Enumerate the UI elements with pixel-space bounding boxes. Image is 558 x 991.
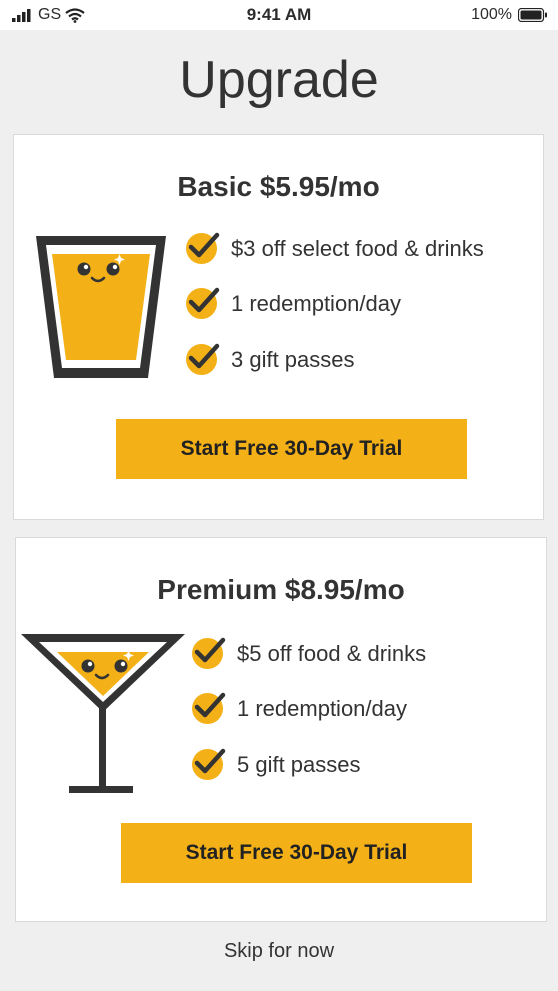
checkmark-icon: [186, 287, 220, 319]
plan-title: Basic $5.95/mo: [177, 171, 380, 202]
feature-item: 5 gift passes: [192, 748, 361, 780]
pint-glass-icon: [36, 236, 166, 378]
battery-icon: [518, 8, 547, 22]
feature-item: 3 gift passes: [186, 343, 355, 375]
feature-item: 1 redemption/day: [192, 692, 407, 724]
plan-card-premium: Premium $8.95/mo $5 off food & drinks 1 …: [15, 537, 547, 922]
status-bar: GS 9:41 AM 100%: [0, 0, 558, 30]
checkmark-icon: [186, 343, 220, 375]
checkmark-icon: [186, 232, 220, 264]
page-title: Upgrade: [179, 51, 379, 109]
start-trial-button-basic[interactable]: Start Free 30-Day Trial: [116, 419, 467, 479]
checkmark-icon: [192, 692, 226, 724]
feature-text: 1 redemption/day: [231, 290, 401, 316]
feature-text: $5 off food & drinks: [237, 640, 427, 666]
skip-link[interactable]: Skip for now: [0, 940, 558, 963]
feature-item: 1 redemption/day: [186, 287, 401, 319]
feature-text: 5 gift passes: [237, 751, 361, 777]
martini-glass-icon: [21, 634, 185, 793]
start-trial-button-premium[interactable]: Start Free 30-Day Trial: [121, 823, 472, 883]
checkmark-icon: [192, 637, 226, 669]
status-right: 100%: [471, 6, 548, 24]
feature-item: $5 off food & drinks: [192, 637, 427, 669]
feature-text: 3 gift passes: [231, 346, 355, 372]
feature-text: 1 redemption/day: [237, 695, 407, 721]
feature-item: $3 off select food & drinks: [186, 232, 484, 264]
plan-title: Premium $8.95/mo: [157, 574, 405, 605]
checkmark-icon: [192, 748, 226, 780]
feature-text: $3 off select food & drinks: [231, 235, 484, 261]
battery-percent: 100%: [471, 6, 512, 23]
plan-card-basic: Basic $5.95/mo $3 off select food & drin…: [13, 134, 544, 520]
